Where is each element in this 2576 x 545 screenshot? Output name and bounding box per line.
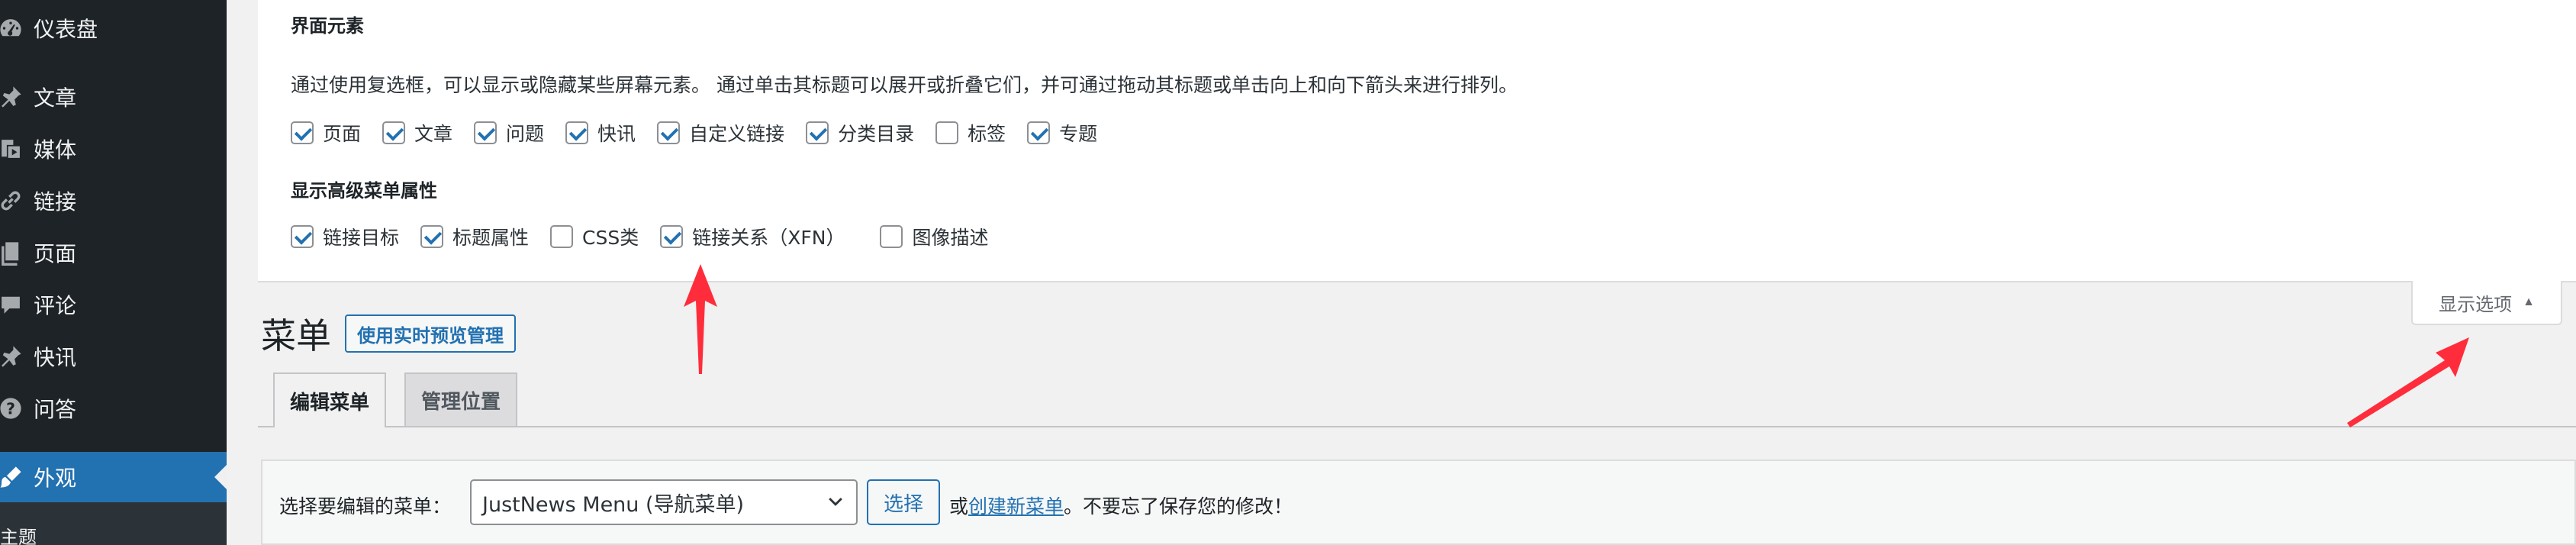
checkbox-box[interactable] (550, 225, 574, 248)
checkbox-box[interactable] (474, 121, 497, 144)
dashboard-icon (0, 13, 26, 44)
checkbox-flash-news[interactable]: 快讯 (565, 119, 636, 147)
checkbox-box[interactable] (660, 225, 684, 248)
sidebar-item-label: 页面 (34, 241, 77, 266)
checkbox-box[interactable] (291, 121, 314, 144)
checkbox-link-target[interactable]: 链接目标 (291, 223, 399, 250)
screen-options-description: 通过使用复选框，可以显示或隐藏某些屏幕元素。 通过单击其标题可以展开或折叠它们，… (291, 74, 1518, 96)
live-preview-manage-button[interactable]: 使用实时预览管理 (345, 314, 516, 353)
sidebar-item-links[interactable]: 链接 (0, 176, 227, 226)
checkbox-box[interactable] (382, 121, 406, 144)
submenu-item-themes[interactable]: 主题 (0, 522, 37, 545)
sidebar-item-label: 快讯 (34, 345, 77, 370)
checkbox-label: 自定义链接 (689, 123, 785, 145)
checkbox-categories[interactable]: 分类目录 (806, 119, 914, 147)
checkbox-box[interactable] (657, 121, 681, 144)
checkbox-box[interactable] (291, 225, 314, 248)
sidebar-item-label: 媒体 (34, 137, 77, 163)
screen-options-panel: 界面元素 通过使用复选框，可以显示或隐藏某些屏幕元素。 通过单击其标题可以展开或… (258, 0, 2576, 282)
checkbox-label: 图像描述 (912, 227, 989, 249)
svg-text:?: ? (6, 400, 15, 418)
checkbox-label: 链接目标 (323, 227, 400, 249)
checkbox-box[interactable] (935, 121, 959, 144)
checkbox-box[interactable] (806, 121, 829, 144)
sidebar-item-dashboard[interactable]: 仪表盘 (0, 3, 227, 53)
select-menu-label: 选择要编辑的菜单： (279, 495, 452, 518)
annotation-arrow-diagonal (2347, 337, 2469, 427)
create-new-menu-link[interactable]: 创建新菜单 (968, 495, 1064, 518)
checkbox-label: 快讯 (597, 123, 636, 145)
sidebar-item-appearance[interactable]: 外观 (0, 452, 227, 502)
checkbox-pages[interactable]: 页面 (291, 119, 361, 147)
pushpin-icon (0, 82, 26, 112)
checkbox-label: 页面 (323, 123, 362, 145)
checkbox-label: CSS类 (582, 227, 639, 249)
checkbox-questions[interactable]: 问题 (474, 119, 544, 147)
checkbox-label: 问题 (506, 123, 545, 145)
checkbox-css-classes[interactable]: CSS类 (550, 223, 639, 250)
caret-up-icon: ▲ (2523, 295, 2535, 308)
checkbox-box[interactable] (420, 225, 444, 248)
sidebar-item-label: 问答 (34, 397, 77, 422)
admin-sidebar: 仪表盘 文章 媒体 链接 页面 评论 快讯 ? 问答 外观 主题 (0, 0, 227, 545)
pushpin-icon (0, 341, 26, 372)
checkbox-custom-links[interactable]: 自定义链接 (657, 119, 784, 147)
tab-manage-locations[interactable]: 管理位置 (404, 372, 518, 426)
sidebar-item-pages[interactable]: 页面 (0, 227, 227, 278)
checkbox-posts[interactable]: 文章 (382, 119, 452, 147)
section-title-screen-elements: 界面元素 (291, 15, 364, 37)
screen-elements-checkboxes: 页面 文章 问题 快讯 自定义链接 分类目录 标签 专题 (291, 119, 1119, 147)
sidebar-item-comments[interactable]: 评论 (0, 279, 227, 330)
checkbox-label: 文章 (414, 123, 453, 145)
comment-icon (0, 289, 26, 320)
checkbox-label: 专题 (1059, 123, 1098, 145)
sidebar-item-label: 文章 (34, 85, 77, 111)
help-prefix: 或 (949, 495, 969, 518)
sidebar-item-posts[interactable]: 文章 (0, 72, 227, 122)
checkbox-tags[interactable]: 标签 (935, 119, 1006, 147)
chevron-down-icon (829, 498, 842, 506)
page-icon (0, 237, 26, 268)
sidebar-item-label: 外观 (34, 466, 77, 491)
select-button[interactable]: 选择 (867, 479, 940, 525)
checkbox-box[interactable] (565, 121, 589, 144)
appearance-submenu: 主题 (0, 502, 227, 545)
menu-select-dropdown[interactable]: JustNews Menu (导航菜单) (470, 479, 858, 525)
section-title-advanced-properties: 显示高级菜单属性 (291, 180, 437, 202)
sidebar-item-qa[interactable]: ? 问答 (0, 383, 227, 434)
checkbox-title-attribute[interactable]: 标题属性 (420, 223, 529, 250)
checkbox-image-description[interactable]: 图像描述 (880, 223, 988, 250)
link-icon (0, 185, 26, 216)
checkbox-topics[interactable]: 专题 (1027, 119, 1097, 147)
sidebar-item-flash-news[interactable]: 快讯 (0, 331, 227, 382)
select-help-text: 或创建新菜单。不要忘了保存您的修改！ (949, 492, 1293, 519)
checkbox-link-relationship-xfn[interactable]: 链接关系（XFN） (660, 223, 845, 250)
sidebar-item-label: 链接 (34, 189, 77, 214)
appearance-brush-icon (0, 462, 26, 492)
sidebar-item-label: 仪表盘 (34, 17, 98, 42)
checkbox-label: 标题属性 (452, 227, 530, 249)
menu-select-bar: 选择要编辑的菜单： JustNews Menu (导航菜单) 选择 或创建新菜单… (261, 460, 2576, 545)
help-suffix: 。不要忘了保存您的修改！ (1064, 495, 1293, 518)
sidebar-item-media[interactable]: 媒体 (0, 124, 227, 174)
screen-options-toggle-label: 显示选项 (2439, 294, 2513, 315)
page-title: 菜单 (261, 315, 331, 356)
checkbox-box[interactable] (1027, 121, 1051, 144)
tab-edit-menus[interactable]: 编辑菜单 (273, 372, 387, 427)
sidebar-item-label: 评论 (34, 293, 77, 318)
tab-divider (258, 426, 2576, 427)
help-icon: ? (0, 393, 26, 424)
checkbox-label: 标签 (968, 123, 1006, 145)
advanced-properties-checkboxes: 链接目标 标题属性 CSS类 链接关系（XFN） 图像描述 (291, 223, 1009, 250)
menu-select-value: JustNews Menu (导航菜单) (482, 492, 745, 517)
media-icon (0, 134, 26, 164)
checkbox-label: 链接关系（XFN） (692, 227, 845, 249)
checkbox-box[interactable] (880, 225, 903, 248)
screen-options-toggle-button[interactable]: 显示选项 ▲ (2411, 281, 2562, 325)
checkbox-label: 分类目录 (838, 123, 915, 145)
